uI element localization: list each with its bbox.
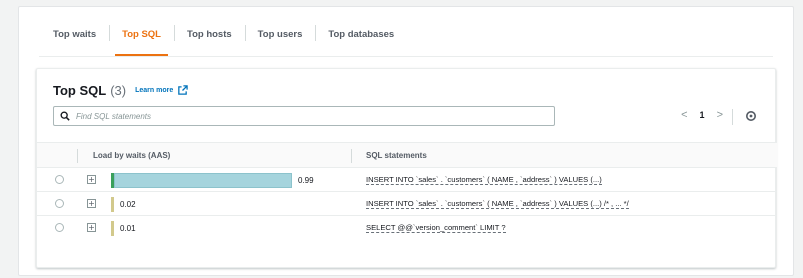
card-title: Top SQL <box>53 83 107 98</box>
table-header: Load by waits (AAS) SQL statements <box>37 142 777 168</box>
prev-page-button[interactable]: < <box>681 109 687 121</box>
load-bar-fill <box>111 220 114 236</box>
column-divider <box>77 149 78 163</box>
sql-statement-link[interactable]: INSERT INTO `sales` . `customers` ( NAME… <box>366 175 602 185</box>
search-icon <box>60 111 70 121</box>
load-bar-segment <box>111 196 114 212</box>
tab-top-databases[interactable]: Top databases <box>315 19 407 57</box>
tab-top-hosts[interactable]: Top hosts <box>173 19 245 57</box>
load-bar-io-segment <box>114 172 292 188</box>
current-page[interactable]: 1 <box>700 110 705 120</box>
load-bar-fill <box>111 196 114 212</box>
plus-square-icon[interactable]: + <box>87 175 96 184</box>
card-count: (3) <box>110 83 127 98</box>
next-page-button[interactable]: > <box>717 109 723 121</box>
learn-more-link[interactable]: Learn more <box>135 87 173 94</box>
plus-square-icon[interactable]: + <box>87 199 96 208</box>
load-bar: 0.99 <box>111 172 314 188</box>
table-row[interactable]: + 0.01 SELECT @@`version_comment` LIMIT … <box>37 216 777 240</box>
search-box <box>53 106 555 126</box>
load-bar: 0.02 <box>111 196 136 212</box>
load-bar-fill <box>111 172 292 188</box>
load-value: 0.01 <box>120 223 136 233</box>
column-header-sql[interactable]: SQL statements <box>366 151 427 160</box>
row-select-radio[interactable] <box>55 223 64 232</box>
row-select-radio[interactable] <box>55 199 64 208</box>
tab-top-users[interactable]: Top users <box>244 19 316 57</box>
row-select-radio[interactable] <box>55 175 64 184</box>
load-bar: 0.01 <box>111 220 136 236</box>
column-header-load[interactable]: Load by waits (AAS) <box>93 151 170 160</box>
tab-top-sql[interactable]: Top SQL <box>109 19 174 57</box>
plus-square-icon[interactable]: + <box>87 223 96 232</box>
load-bar-segment <box>111 220 114 236</box>
table-row[interactable]: + 0.02 INSERT INTO `sales` . `customers`… <box>37 192 777 216</box>
column-divider <box>351 149 352 163</box>
top-sql-card: Top SQL (3) Learn more < 1 > Load by wai… <box>36 68 777 268</box>
pagination: < 1 > <box>681 109 723 121</box>
gear-icon[interactable] <box>745 110 757 122</box>
sql-statement-link[interactable]: INSERT INTO `sales` . `customers` ( NAME… <box>366 199 629 209</box>
tabs-divider <box>39 56 773 57</box>
tab-top-waits[interactable]: Top waits <box>39 19 109 57</box>
load-value: 0.99 <box>298 175 314 185</box>
external-link-icon[interactable] <box>177 85 188 96</box>
search-input[interactable] <box>76 111 546 121</box>
sql-statement-link[interactable]: SELECT @@`version_comment` LIMIT ? <box>366 223 506 233</box>
load-value: 0.02 <box>120 199 136 209</box>
table-row[interactable]: + 0.99 INSERT INTO `sales` . `customers`… <box>37 168 777 192</box>
dimension-tabs: Top waits Top SQL Top hosts Top users To… <box>39 19 407 57</box>
top-sql-table: Load by waits (AAS) SQL statements + 0.9… <box>37 142 777 240</box>
card-header: Top SQL (3) Learn more <box>53 83 188 98</box>
pager-divider <box>732 109 733 125</box>
